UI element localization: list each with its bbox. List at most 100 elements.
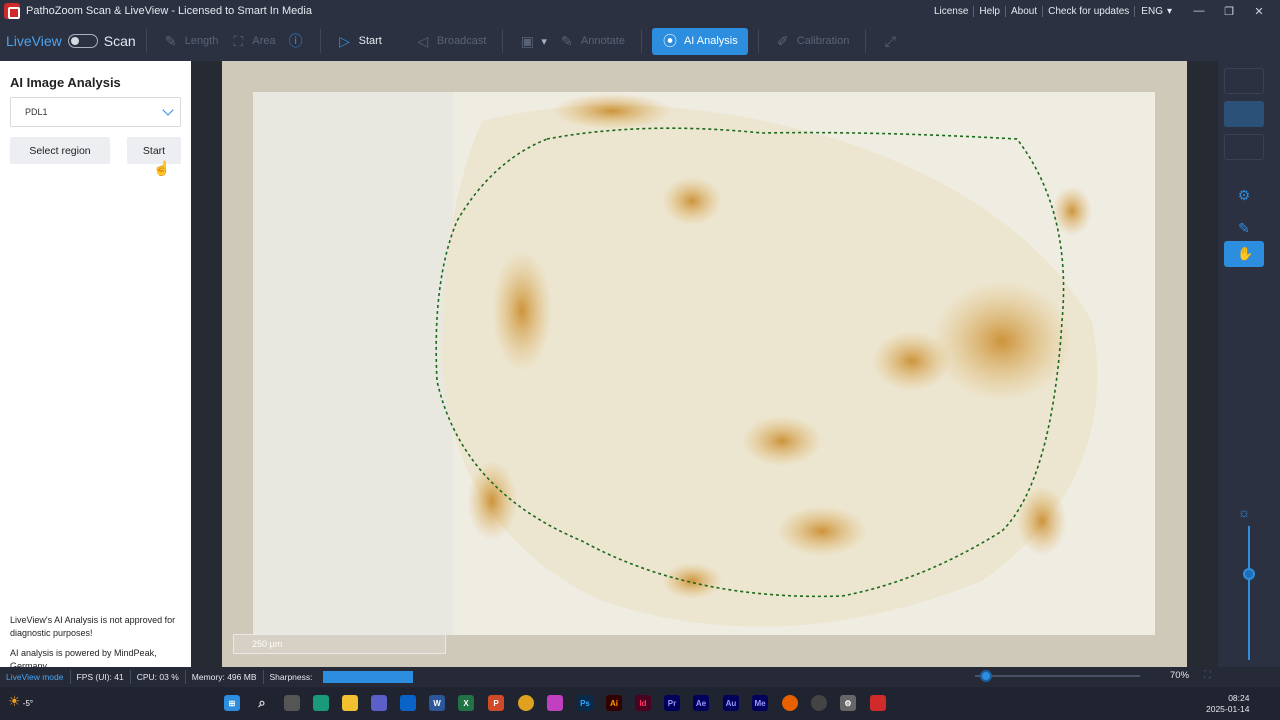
weather-icon: ☀	[8, 693, 21, 709]
ai-tool-button[interactable]: ✋	[1224, 241, 1264, 267]
powerpoint-icon[interactable]: P	[488, 695, 504, 711]
premiere-icon[interactable]: Pr	[664, 695, 680, 711]
objective-button-3[interactable]	[1224, 134, 1264, 160]
start-label: Start	[358, 35, 382, 47]
close-button[interactable]: ✕	[1244, 5, 1274, 18]
divider	[640, 29, 642, 53]
liveview-label: LiveView	[6, 33, 62, 49]
memory-status: Memory: 496 MB	[186, 670, 264, 684]
photos-icon[interactable]	[547, 695, 563, 711]
brightness-slider-knob[interactable]	[1243, 568, 1255, 580]
brightness-icon: ☼	[1237, 504, 1251, 520]
excel-icon[interactable]: X	[458, 695, 474, 711]
help-link[interactable]: Help	[974, 5, 1006, 17]
area-tool-button[interactable]: ⛶ Area	[224, 27, 281, 55]
ai-analysis-button[interactable]: ⦿ AI Analysis	[651, 27, 748, 55]
search-icon[interactable]: ⌕	[254, 695, 270, 711]
language-label: ENG	[1141, 5, 1163, 17]
info-icon: ⓘ	[288, 33, 303, 49]
annotate-button[interactable]: ✎ Annotate	[553, 27, 631, 55]
sharpness-label: Sharpness:	[269, 672, 313, 682]
calibration-label: Calibration	[796, 35, 850, 47]
window-title: PathoZoom Scan & LiveView - Licensed to …	[26, 5, 312, 17]
status-bar: LiveView mode FPS (UI): 41 CPU: 03 % Mem…	[0, 667, 1280, 687]
clock-date: 2025-01-14	[1206, 704, 1250, 714]
ai-analysis-label: AI Analysis	[683, 35, 738, 47]
media-encoder-icon[interactable]: Me	[752, 695, 768, 711]
chevron-down-icon	[162, 104, 174, 116]
audition-icon[interactable]: Au	[723, 695, 739, 711]
chrome-icon[interactable]	[518, 695, 534, 711]
word-icon[interactable]: W	[429, 695, 445, 711]
about-link[interactable]: About	[1006, 5, 1044, 17]
outlook-icon[interactable]	[400, 695, 416, 711]
broadcast-icon: ◁	[417, 32, 429, 49]
calibration-button[interactable]: ✐ Calibration	[769, 27, 856, 55]
sharpness-bar	[322, 671, 413, 683]
app-logo-icon	[4, 3, 20, 19]
scan-label: Scan	[103, 33, 136, 49]
tissue-image	[222, 61, 1187, 667]
task-view-icon[interactable]	[284, 695, 300, 711]
zoom-slider-track[interactable]	[975, 675, 1140, 677]
area-icon: ⛶	[233, 32, 244, 49]
start-stream-button[interactable]: ▷ Start	[331, 27, 388, 55]
start-menu-icon[interactable]: ⊞	[224, 695, 240, 711]
weather-widget[interactable]: ☀ -5°	[8, 693, 33, 710]
objective-button-2[interactable]	[1224, 101, 1264, 127]
broadcast-button[interactable]: ◁ Broadcast	[409, 27, 493, 55]
after-effects-icon[interactable]: Ae	[693, 695, 709, 711]
ai-hand-icon: ✋	[1237, 246, 1254, 261]
info-button[interactable]: ⓘ	[282, 27, 310, 55]
fullscreen-button[interactable]: ⤢	[876, 27, 904, 55]
panel-title: AI Image Analysis	[10, 75, 121, 90]
photoshop-icon[interactable]: Ps	[577, 695, 593, 711]
divider	[319, 29, 321, 53]
live-image-viewer[interactable]	[222, 61, 1187, 667]
save-button[interactable]: ▣ ▾	[513, 27, 553, 55]
pathozoom-taskbar-icon[interactable]	[870, 695, 886, 711]
fps-status: FPS (UI): 41	[71, 670, 131, 684]
divider	[145, 29, 147, 53]
objective-button-1[interactable]	[1224, 68, 1264, 94]
cpu-status: CPU: 03 %	[131, 670, 186, 684]
expand-icon: ⤢	[884, 32, 896, 49]
mode-toggle[interactable]	[67, 34, 98, 48]
app-icon[interactable]	[811, 695, 827, 711]
select-region-button[interactable]: Select region	[10, 137, 110, 164]
license-link[interactable]: License	[929, 5, 975, 17]
pen-icon[interactable]: ✎	[1236, 220, 1252, 236]
divider	[502, 29, 504, 53]
illustrator-icon[interactable]: Ai	[606, 695, 622, 711]
brightness-slider-track[interactable]	[1248, 526, 1250, 660]
scale-bar-label: 250 µm	[252, 639, 283, 649]
ai-brain-icon: ⦿	[662, 33, 677, 49]
main-toolbar: LiveView Scan ✎ Length ⛶ Area ⓘ ▷ Start ◁ Br…	[0, 22, 1280, 60]
fit-icon[interactable]: ⛶	[1204, 670, 1211, 681]
model-select-value: PDL1	[25, 107, 48, 117]
firefox-icon[interactable]	[782, 695, 798, 711]
zoom-slider-knob[interactable]	[980, 670, 992, 682]
file-explorer-icon[interactable]	[342, 695, 358, 711]
disclaimer-text: LiveView's AI Analysis is not approved f…	[10, 615, 176, 638]
model-select[interactable]: PDL1	[10, 97, 181, 127]
indesign-icon[interactable]: Id	[635, 695, 651, 711]
annotate-label: Annotate	[580, 35, 625, 47]
maximize-button[interactable]: ❐	[1214, 5, 1244, 18]
scale-bar: 250 µm	[233, 634, 446, 654]
area-label: Area	[252, 35, 276, 47]
zoom-value: 70%	[1170, 670, 1190, 681]
system-clock[interactable]: 08:24 2025-01-14	[1206, 693, 1249, 715]
length-label: Length	[184, 35, 219, 47]
minimize-button[interactable]: —	[1184, 5, 1214, 17]
check-updates-link[interactable]: Check for updates	[1043, 5, 1136, 17]
hand-cursor-icon: ☝	[153, 160, 171, 176]
gear-icon[interactable]: ⚙	[1236, 187, 1252, 203]
divider	[865, 29, 867, 53]
settings-icon[interactable]: ⚙	[840, 695, 856, 711]
length-tool-button[interactable]: ✎ Length	[157, 27, 225, 55]
broadcast-label: Broadcast	[436, 35, 487, 47]
language-select[interactable]: ENG ▾	[1141, 6, 1172, 17]
teams-icon[interactable]	[371, 695, 387, 711]
edge-icon[interactable]	[313, 695, 329, 711]
